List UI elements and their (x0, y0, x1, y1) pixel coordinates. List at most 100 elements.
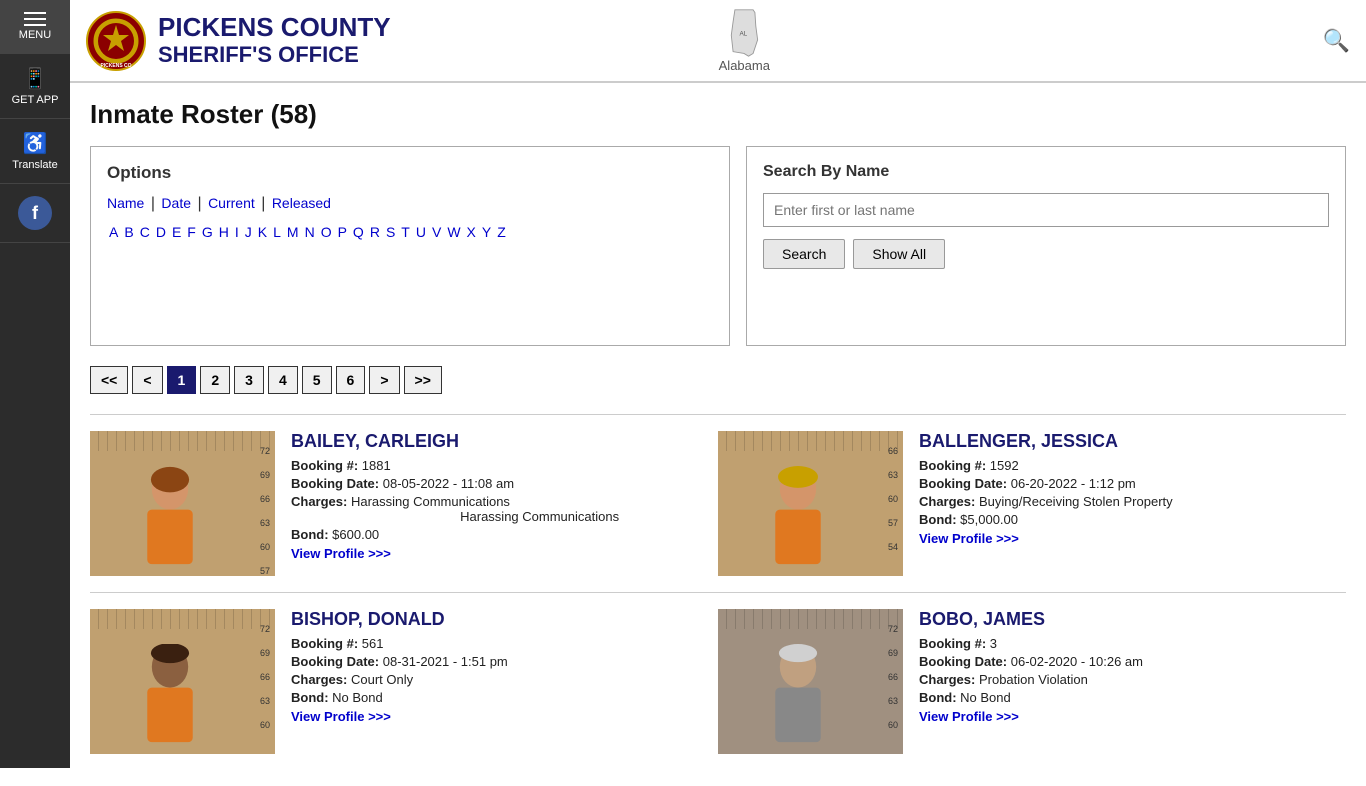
alpha-link-d[interactable]: D (154, 223, 168, 241)
person-silhouette-4 (748, 644, 848, 744)
sort-by-released[interactable]: Released (272, 195, 331, 211)
inmate-info-bishop: BISHOP, DONALD Booking #: 561 Booking Da… (291, 609, 698, 754)
inmate-bond-ballenger: Bond: $5,000.00 (919, 512, 1326, 527)
view-profile-bobo[interactable]: View Profile >>> (919, 709, 1019, 724)
alpha-link-y[interactable]: Y (480, 223, 493, 241)
page-btn-3[interactable]: 3 (234, 366, 264, 394)
alpha-link-v[interactable]: V (430, 223, 443, 241)
alpha-link-l[interactable]: L (271, 223, 283, 241)
inmate-bond-bailey: Bond: $600.00 (291, 527, 698, 542)
inmate-list: 72 69 66 63 60 57 (90, 414, 1346, 770)
alpha-link-x[interactable]: X (465, 223, 478, 241)
inmate-booking-date-bishop: Booking Date: 08-31-2021 - 1:51 pm (291, 654, 698, 669)
agency-name-line1: PICKENS COUNTY (158, 13, 711, 42)
alpha-link-g[interactable]: G (200, 223, 215, 241)
inmate-name-ballenger: BALLENGER, JESSICA (919, 431, 1326, 452)
menu-icon (24, 12, 46, 26)
alpha-link-t[interactable]: T (399, 223, 412, 241)
alpha-link-u[interactable]: U (414, 223, 428, 241)
alpha-link-r[interactable]: R (368, 223, 382, 241)
header-search-icon[interactable]: 🔍 (1323, 28, 1350, 54)
inmate-name-bailey: BAILEY, CARLEIGH (291, 431, 698, 452)
alpha-link-m[interactable]: M (285, 223, 301, 241)
sort-by-current[interactable]: Current (208, 195, 255, 211)
inmate-charges-bobo: Charges: Probation Violation (919, 672, 1326, 687)
main-content: PICKENS CO PICKENS COUNTY SHERIFF'S OFFI… (70, 0, 1366, 786)
page-btn-nav[interactable]: < (132, 366, 162, 394)
phone-icon: 📱 (23, 66, 48, 91)
view-profile-bailey[interactable]: View Profile >>> (291, 546, 391, 561)
alpha-link-f[interactable]: F (185, 223, 198, 241)
alpha-link-z[interactable]: Z (495, 223, 508, 241)
search-box: Search By Name Search Show All (746, 146, 1346, 346)
page-btn-6[interactable]: 6 (336, 366, 366, 394)
page-btn-5[interactable]: 5 (302, 366, 332, 394)
alpha-link-p[interactable]: P (336, 223, 349, 241)
sidebar: MENU 📱 GET APP ♿ Translate f (0, 0, 70, 768)
alabama-map: AL Alabama (719, 8, 770, 73)
inmate-name-bishop: BISHOP, DONALD (291, 609, 698, 630)
header-title-block: PICKENS COUNTY SHERIFF'S OFFICE (158, 13, 711, 68)
sidebar-translate-label: Translate (12, 159, 57, 171)
show-all-button[interactable]: Show All (853, 239, 945, 269)
alpha-link-s[interactable]: S (384, 223, 397, 241)
inmate-photo-bobo: 72 69 66 63 60 (718, 609, 903, 754)
page-content: Inmate Roster (58) Options Name | Date |… (70, 83, 1366, 786)
page-btn-nav[interactable]: > (369, 366, 399, 394)
alpha-link-w[interactable]: W (445, 223, 462, 241)
view-profile-bishop[interactable]: View Profile >>> (291, 709, 391, 724)
inmate-row-2: 72 69 66 63 60 (90, 592, 1346, 770)
person-silhouette (120, 466, 220, 566)
alabama-outline: AL (724, 8, 764, 58)
person-silhouette-3 (120, 644, 220, 744)
header: PICKENS CO PICKENS COUNTY SHERIFF'S OFFI… (70, 0, 1366, 83)
view-profile-ballenger[interactable]: View Profile >>> (919, 531, 1019, 546)
page-btn-2[interactable]: 2 (200, 366, 230, 394)
alpha-link-q[interactable]: Q (351, 223, 366, 241)
inmate-booking-num-bailey: Booking #: 1881 (291, 458, 698, 473)
inmate-card-bailey: 72 69 66 63 60 57 (90, 431, 718, 576)
svg-text:PICKENS CO: PICKENS CO (100, 63, 131, 69)
search-button[interactable]: Search (763, 239, 845, 269)
alpha-link-n[interactable]: N (303, 223, 317, 241)
sort-by-date[interactable]: Date (161, 195, 191, 211)
sort-by-name[interactable]: Name (107, 195, 144, 211)
inmate-charges-bishop: Charges: Court Only (291, 672, 698, 687)
alpha-link-b[interactable]: B (122, 223, 135, 241)
page-btn-1[interactable]: 1 (167, 366, 197, 394)
search-buttons: Search Show All (763, 239, 1329, 269)
inmate-card-bobo: 72 69 66 63 60 (718, 609, 1346, 754)
page-btn-navnav[interactable]: << (90, 366, 128, 394)
sidebar-item-menu[interactable]: MENU (0, 0, 70, 54)
inmate-photo-bishop: 72 69 66 63 60 (90, 609, 275, 754)
sidebar-item-translate[interactable]: ♿ Translate (0, 119, 70, 184)
alpha-link-a[interactable]: A (107, 223, 120, 241)
sheriff-logo: PICKENS CO (86, 11, 146, 71)
alpha-link-h[interactable]: H (217, 223, 231, 241)
alpha-link-i[interactable]: I (233, 223, 241, 241)
sidebar-item-facebook[interactable]: f (0, 184, 70, 243)
facebook-icon: f (18, 196, 52, 230)
alpha-link-o[interactable]: O (319, 223, 334, 241)
alpha-link-j[interactable]: J (243, 223, 254, 241)
search-heading: Search By Name (763, 163, 1329, 181)
options-heading: Options (107, 163, 713, 183)
sidebar-item-getapp[interactable]: 📱 GET APP (0, 54, 70, 119)
inmate-booking-date-bailey: Booking Date: 08-05-2022 - 11:08 am (291, 476, 698, 491)
alpha-link-k[interactable]: K (256, 223, 269, 241)
page-btn-navnav[interactable]: >> (404, 366, 442, 394)
options-sort-links: Name | Date | Current | Released (107, 195, 713, 213)
page-btn-4[interactable]: 4 (268, 366, 298, 394)
inmate-bond-bobo: Bond: No Bond (919, 690, 1326, 705)
agency-name-line2: SHERIFF'S OFFICE (158, 42, 711, 68)
inmate-info-ballenger: BALLENGER, JESSICA Booking #: 1592 Booki… (919, 431, 1326, 576)
inmate-booking-num-ballenger: Booking #: 1592 (919, 458, 1326, 473)
alpha-link-c[interactable]: C (138, 223, 152, 241)
alabama-label: Alabama (719, 58, 770, 73)
inmate-charges-ballenger: Charges: Buying/Receiving Stolen Propert… (919, 494, 1326, 509)
search-input[interactable] (763, 193, 1329, 227)
sidebar-getapp-label: GET APP (12, 94, 59, 106)
pagination: <<<123456>>> (90, 366, 1346, 394)
options-search-row: Options Name | Date | Current | Released… (90, 146, 1346, 346)
alpha-link-e[interactable]: E (170, 223, 183, 241)
